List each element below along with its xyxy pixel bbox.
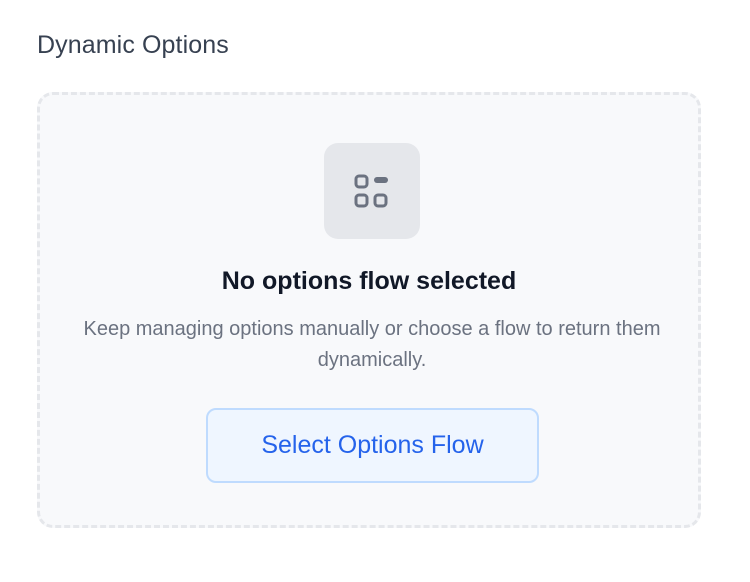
empty-state-panel: No options flow selected Keep managing o… [37, 92, 701, 528]
icon-tile [324, 143, 420, 239]
empty-state-title: No options flow selected [221, 267, 517, 295]
select-options-flow-button[interactable]: Select Options Flow [206, 408, 539, 483]
empty-state-description: Keep managing options manually or choose… [83, 318, 661, 371]
layout-grid-icon [354, 174, 388, 208]
section-title: Dynamic Options [37, 31, 229, 59]
